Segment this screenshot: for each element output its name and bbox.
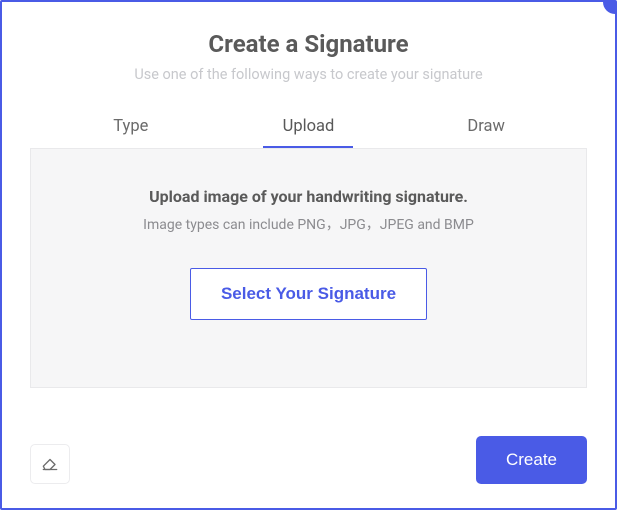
modal-subtitle: Use one of the following ways to create … [2, 66, 615, 83]
tab-upload[interactable]: Upload [263, 111, 353, 148]
tab-draw[interactable]: Draw [441, 111, 531, 148]
eraser-icon [40, 452, 60, 476]
create-signature-modal: Create a Signature Use one of the follow… [0, 0, 617, 510]
eraser-button[interactable] [30, 444, 70, 484]
create-button[interactable]: Create [476, 436, 587, 484]
tab-type[interactable]: Type [86, 111, 176, 148]
modal-title: Create a Signature [2, 30, 615, 58]
signature-tabs: Type Upload Draw [42, 111, 575, 148]
modal-header: Create a Signature Use one of the follow… [2, 2, 615, 83]
modal-footer: Create [2, 388, 615, 508]
upload-subtext: Image types can include PNG，JPG，JPEG and… [143, 214, 474, 234]
upload-heading: Upload image of your handwriting signatu… [149, 187, 468, 206]
upload-panel: Upload image of your handwriting signatu… [30, 148, 587, 388]
select-signature-button[interactable]: Select Your Signature [190, 268, 427, 320]
